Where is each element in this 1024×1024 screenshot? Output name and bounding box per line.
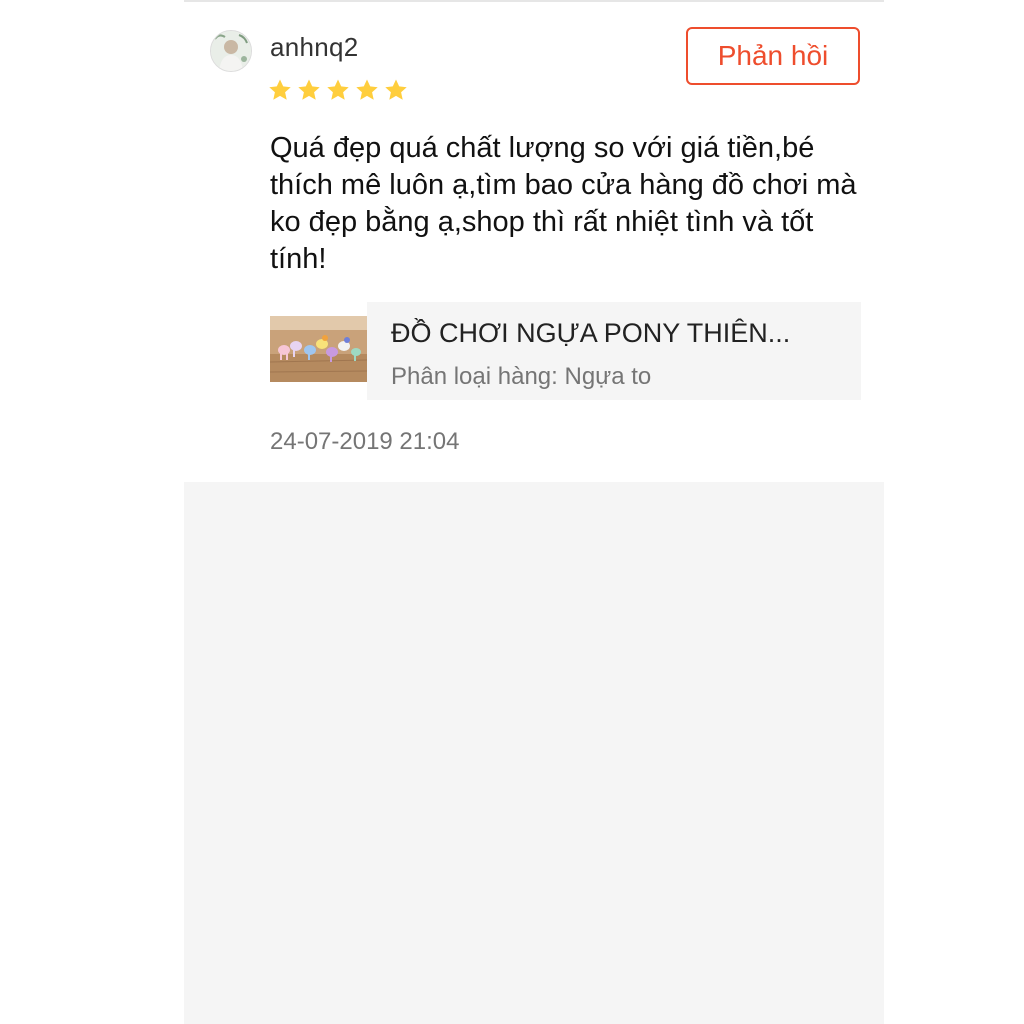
pony-toys-image xyxy=(270,316,367,382)
variation-value: Ngựa to xyxy=(564,363,652,390)
review-comment: Quá đẹp quá chất lượng so với giá tiền,b… xyxy=(270,132,857,275)
product-thumbnail[interactable] xyxy=(270,316,367,382)
variation-label: Phân loại hàng: xyxy=(391,363,558,390)
product-name[interactable]: ĐỒ CHƠI NGỰA PONY THIÊN... xyxy=(391,318,837,349)
empty-background-area xyxy=(184,482,884,1024)
username: anhnq2 xyxy=(270,32,359,62)
star-icon xyxy=(269,79,291,100)
star-icon xyxy=(327,79,349,100)
star-icon xyxy=(385,79,407,100)
product-link[interactable]: ĐỒ CHƠI NGỰA PONY THIÊN... Phân loại hàn… xyxy=(270,302,861,400)
star-rating xyxy=(268,78,408,102)
review-timestamp: 24-07-2019 21:04 xyxy=(270,428,460,455)
star-icon xyxy=(298,79,320,100)
review-card: anhnq2 Phản hồi Quá đẹp quá chất lượng s… xyxy=(184,0,884,482)
star-icon xyxy=(356,79,378,100)
avatar[interactable] xyxy=(210,30,252,72)
user-avatar-image xyxy=(211,31,251,71)
product-info[interactable]: ĐỒ CHƠI NGỰA PONY THIÊN... Phân loại hàn… xyxy=(367,302,861,400)
product-variation: Phân loại hàng: Ngựa to xyxy=(391,363,837,391)
reply-button[interactable]: Phản hồi xyxy=(686,27,860,85)
